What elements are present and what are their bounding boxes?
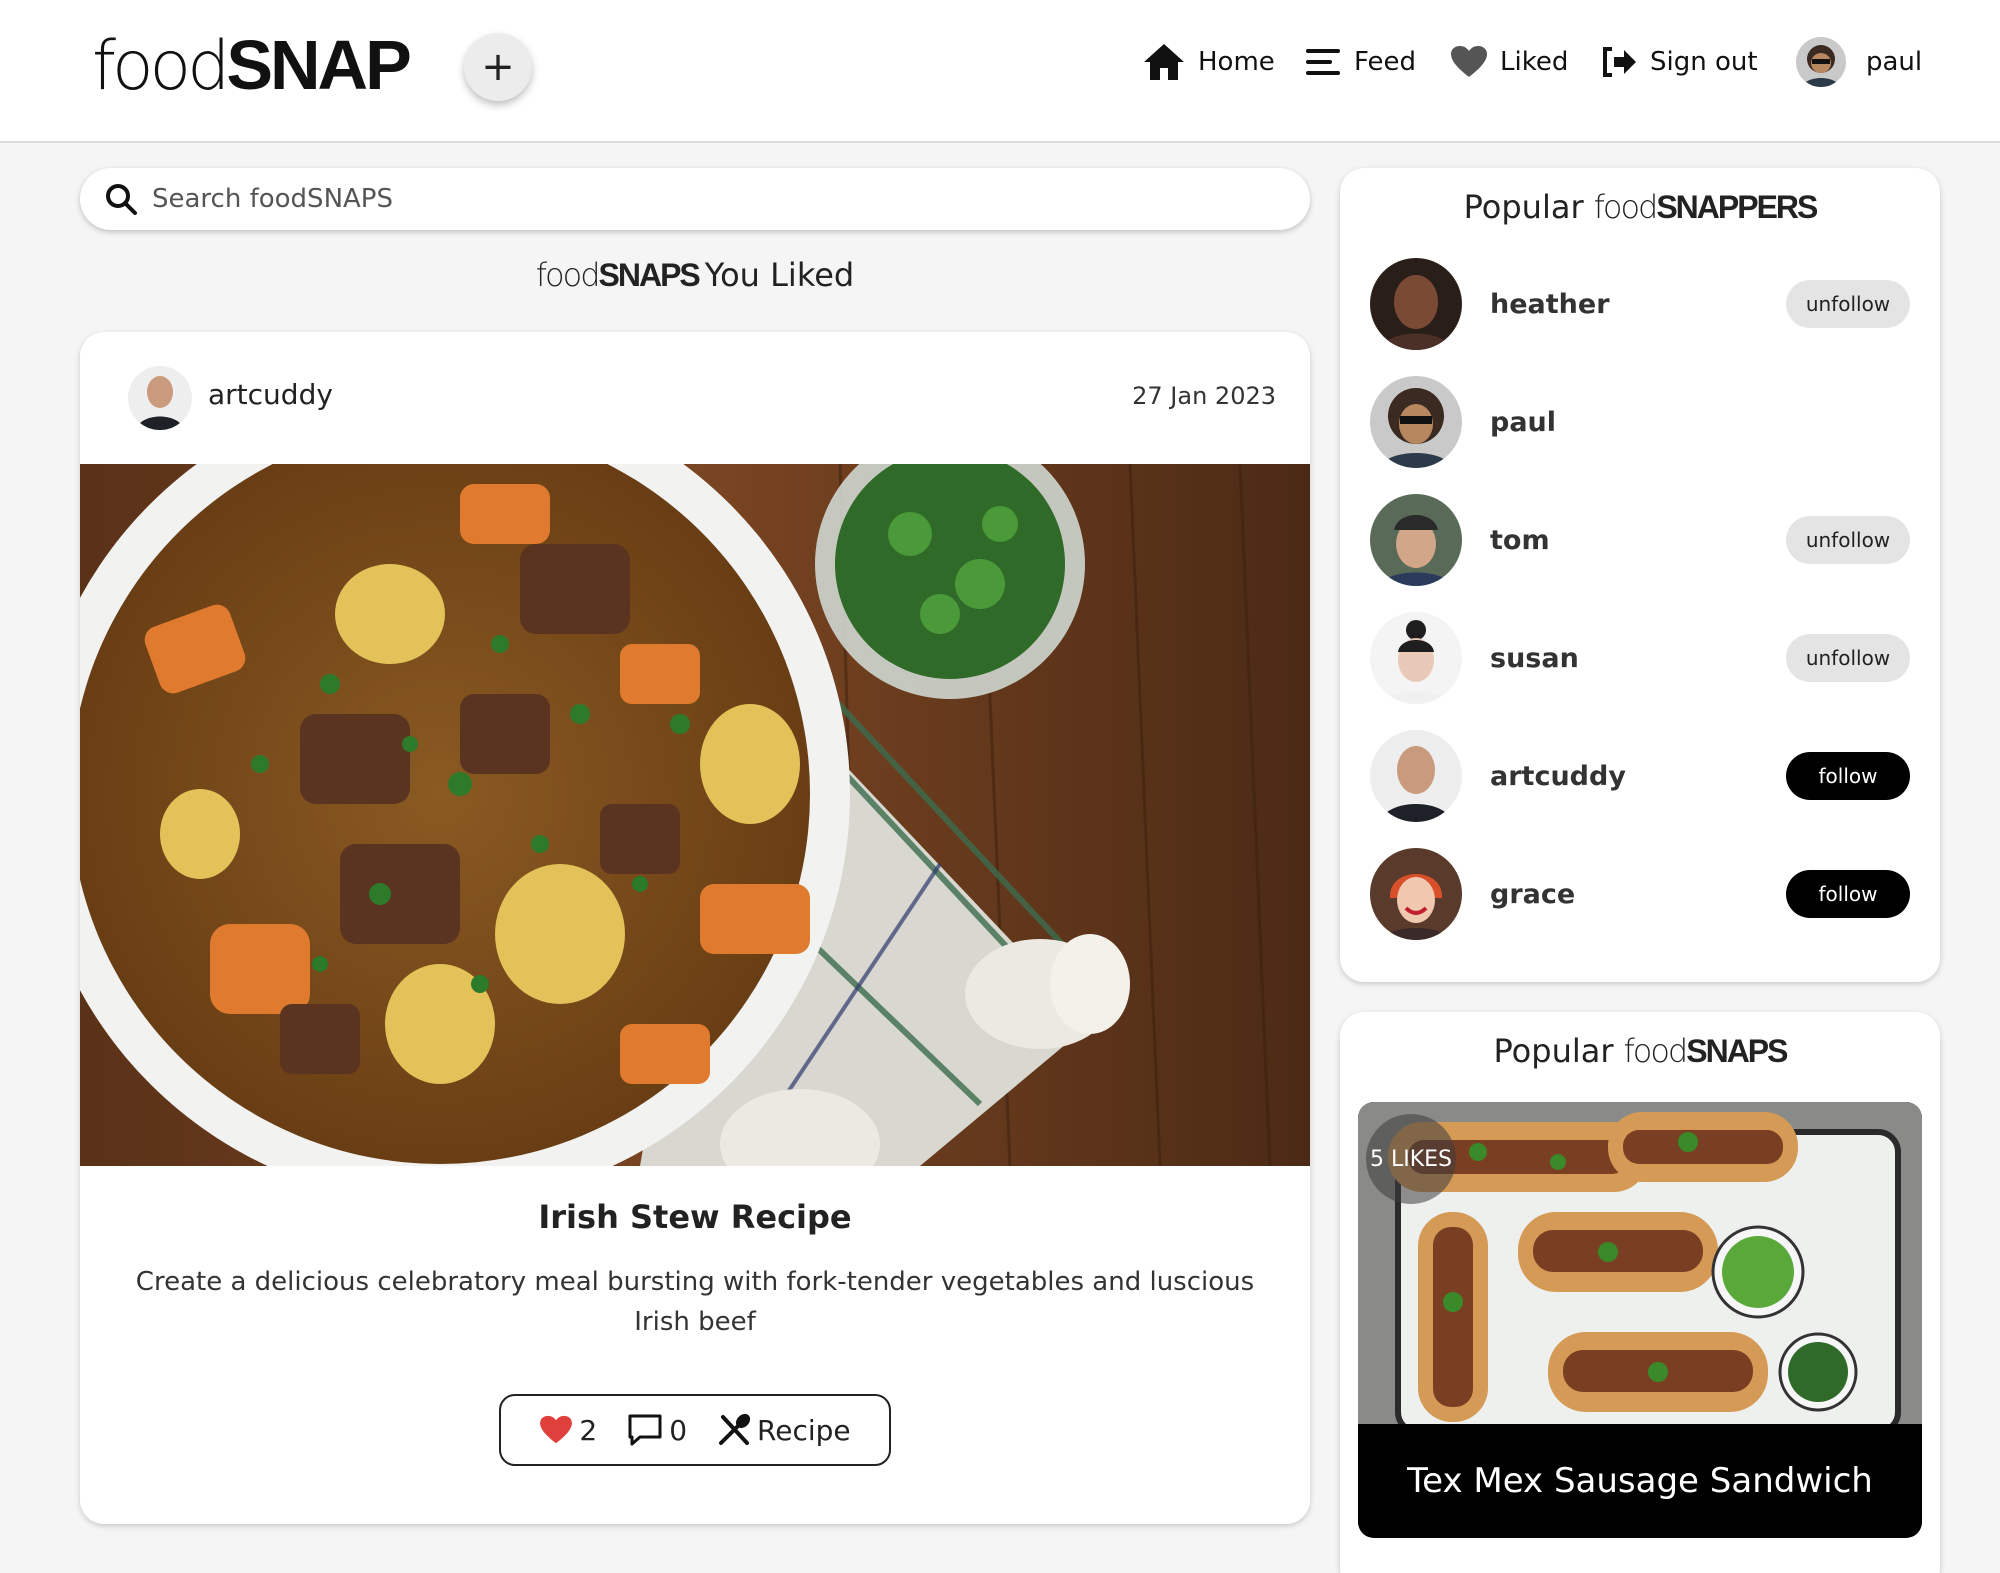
snapper-name[interactable]: susan (1490, 643, 1786, 674)
nav-username: paul (1866, 47, 1923, 77)
nav-profile[interactable]: paul (1796, 36, 1922, 88)
popular-snappers-thin: food (1593, 188, 1659, 226)
snapper-name[interactable]: grace (1490, 879, 1786, 910)
popular-snaps-bold: SNAPS (1686, 1033, 1788, 1069)
logo-bold-text: SNAP (226, 26, 411, 104)
snapper-row: heather unfollow (1370, 258, 1910, 350)
post-card: artcuddy 27 Jan 2023 Irish Stew Recipe C… (80, 332, 1310, 1524)
unfollow-button[interactable]: unfollow (1786, 280, 1910, 328)
snapper-avatar[interactable] (1370, 258, 1462, 350)
menu-icon (1306, 49, 1340, 75)
nav-feed-label: Feed (1354, 47, 1417, 77)
snapper-avatar[interactable] (1370, 848, 1462, 940)
popular-snappers-prefix: Popular (1463, 188, 1584, 226)
nav-liked-label: Liked (1500, 47, 1569, 77)
post-image[interactable] (80, 384, 1310, 1204)
post-title[interactable]: Irish Stew Recipe (80, 1198, 1310, 1236)
search-input[interactable] (152, 184, 1252, 214)
comment-button[interactable]: 0 (627, 1413, 687, 1447)
popular-snappers-title: Popular foodSNAPPERS (1340, 188, 1940, 226)
search-bar[interactable] (80, 168, 1310, 230)
comment-count: 0 (669, 1413, 688, 1447)
snapper-row: paul (1370, 376, 1910, 468)
snapper-avatar[interactable] (1370, 376, 1462, 468)
like-button[interactable]: 2 (539, 1414, 597, 1447)
post-author-name[interactable]: artcuddy (208, 378, 333, 411)
section-title-bold: SNAPS (598, 257, 701, 293)
utensils-icon (719, 1413, 751, 1445)
popular-snaps-thin: food (1623, 1032, 1689, 1070)
heart-icon (540, 1415, 573, 1444)
snapper-row: grace follow (1370, 848, 1910, 940)
post-date: 27 Jan 2023 (1132, 382, 1276, 410)
user-avatar (1796, 37, 1846, 87)
unfollow-button[interactable]: unfollow (1786, 516, 1910, 564)
comment-icon (628, 1414, 662, 1446)
popular-snap-title[interactable]: Tex Mex Sausage Sandwich (1358, 1424, 1922, 1538)
nav-sign-out-label: Sign out (1650, 47, 1758, 77)
page-title: foodSNAPS You Liked (80, 256, 1310, 294)
section-title-rest: You Liked (704, 256, 855, 294)
nav-feed[interactable]: Feed (1304, 36, 1416, 88)
nav-home-label: Home (1198, 47, 1275, 77)
snapper-row: tom unfollow (1370, 494, 1910, 586)
popular-snappers-bold: SNAPPERS (1656, 189, 1818, 225)
snapper-row: susan unfollow (1370, 612, 1910, 704)
like-count: 2 (579, 1413, 598, 1447)
popular-snaps-title: Popular foodSNAPS (1340, 1032, 1940, 1070)
top-navbar: food SNAP + Home Feed Liked Sign out paul (0, 0, 2000, 143)
snapper-avatar[interactable] (1370, 730, 1462, 822)
popular-snap-card[interactable]: 5 LIKES Tex Mex Sausage Sandwich (1358, 1102, 1922, 1538)
likes-badge: 5 LIKES (1366, 1114, 1456, 1204)
logo-thin-text: food (92, 27, 230, 106)
snapper-name[interactable]: artcuddy (1490, 761, 1786, 792)
snapper-name[interactable]: paul (1490, 407, 1910, 438)
search-icon (106, 184, 137, 215)
follow-button[interactable]: follow (1786, 870, 1910, 918)
nav-liked[interactable]: Liked (1450, 36, 1568, 88)
post-header: artcuddy 27 Jan 2023 (80, 332, 1310, 464)
recipe-button[interactable]: Recipe (717, 1413, 851, 1447)
unfollow-button[interactable]: unfollow (1786, 634, 1910, 682)
popular-snappers-panel: Popular foodSNAPPERS heather unfollow pa… (1340, 168, 1940, 982)
nav-sign-out[interactable]: Sign out (1600, 36, 1758, 88)
popular-snaps-panel: Popular foodSNAPS 5 LIKES Tex Mex Sausag (1340, 1012, 1940, 1573)
snapper-name[interactable]: heather (1490, 289, 1786, 320)
post-description: Create a delicious celebratory meal burs… (135, 1267, 1255, 1337)
snapper-name[interactable]: tom (1490, 525, 1786, 556)
recipe-label: Recipe (757, 1413, 851, 1447)
post-actions-bar: 2 0 Recipe (499, 1394, 891, 1466)
post-author-avatar[interactable] (128, 366, 192, 430)
plus-icon: + (481, 44, 515, 90)
sign-out-icon (1603, 47, 1636, 77)
heart-icon (1451, 46, 1487, 77)
follow-button[interactable]: follow (1786, 752, 1910, 800)
snapper-avatar[interactable] (1370, 494, 1462, 586)
popular-snaps-prefix: Popular (1493, 1032, 1614, 1070)
nav-home[interactable]: Home (1142, 36, 1275, 88)
snapper-avatar[interactable] (1370, 612, 1462, 704)
add-post-button[interactable]: + (464, 33, 532, 101)
snapper-row: artcuddy follow (1370, 730, 1910, 822)
section-title-thin: food (535, 256, 601, 294)
foodsnap-logo[interactable]: food SNAP (92, 26, 412, 106)
home-icon (1144, 44, 1184, 80)
